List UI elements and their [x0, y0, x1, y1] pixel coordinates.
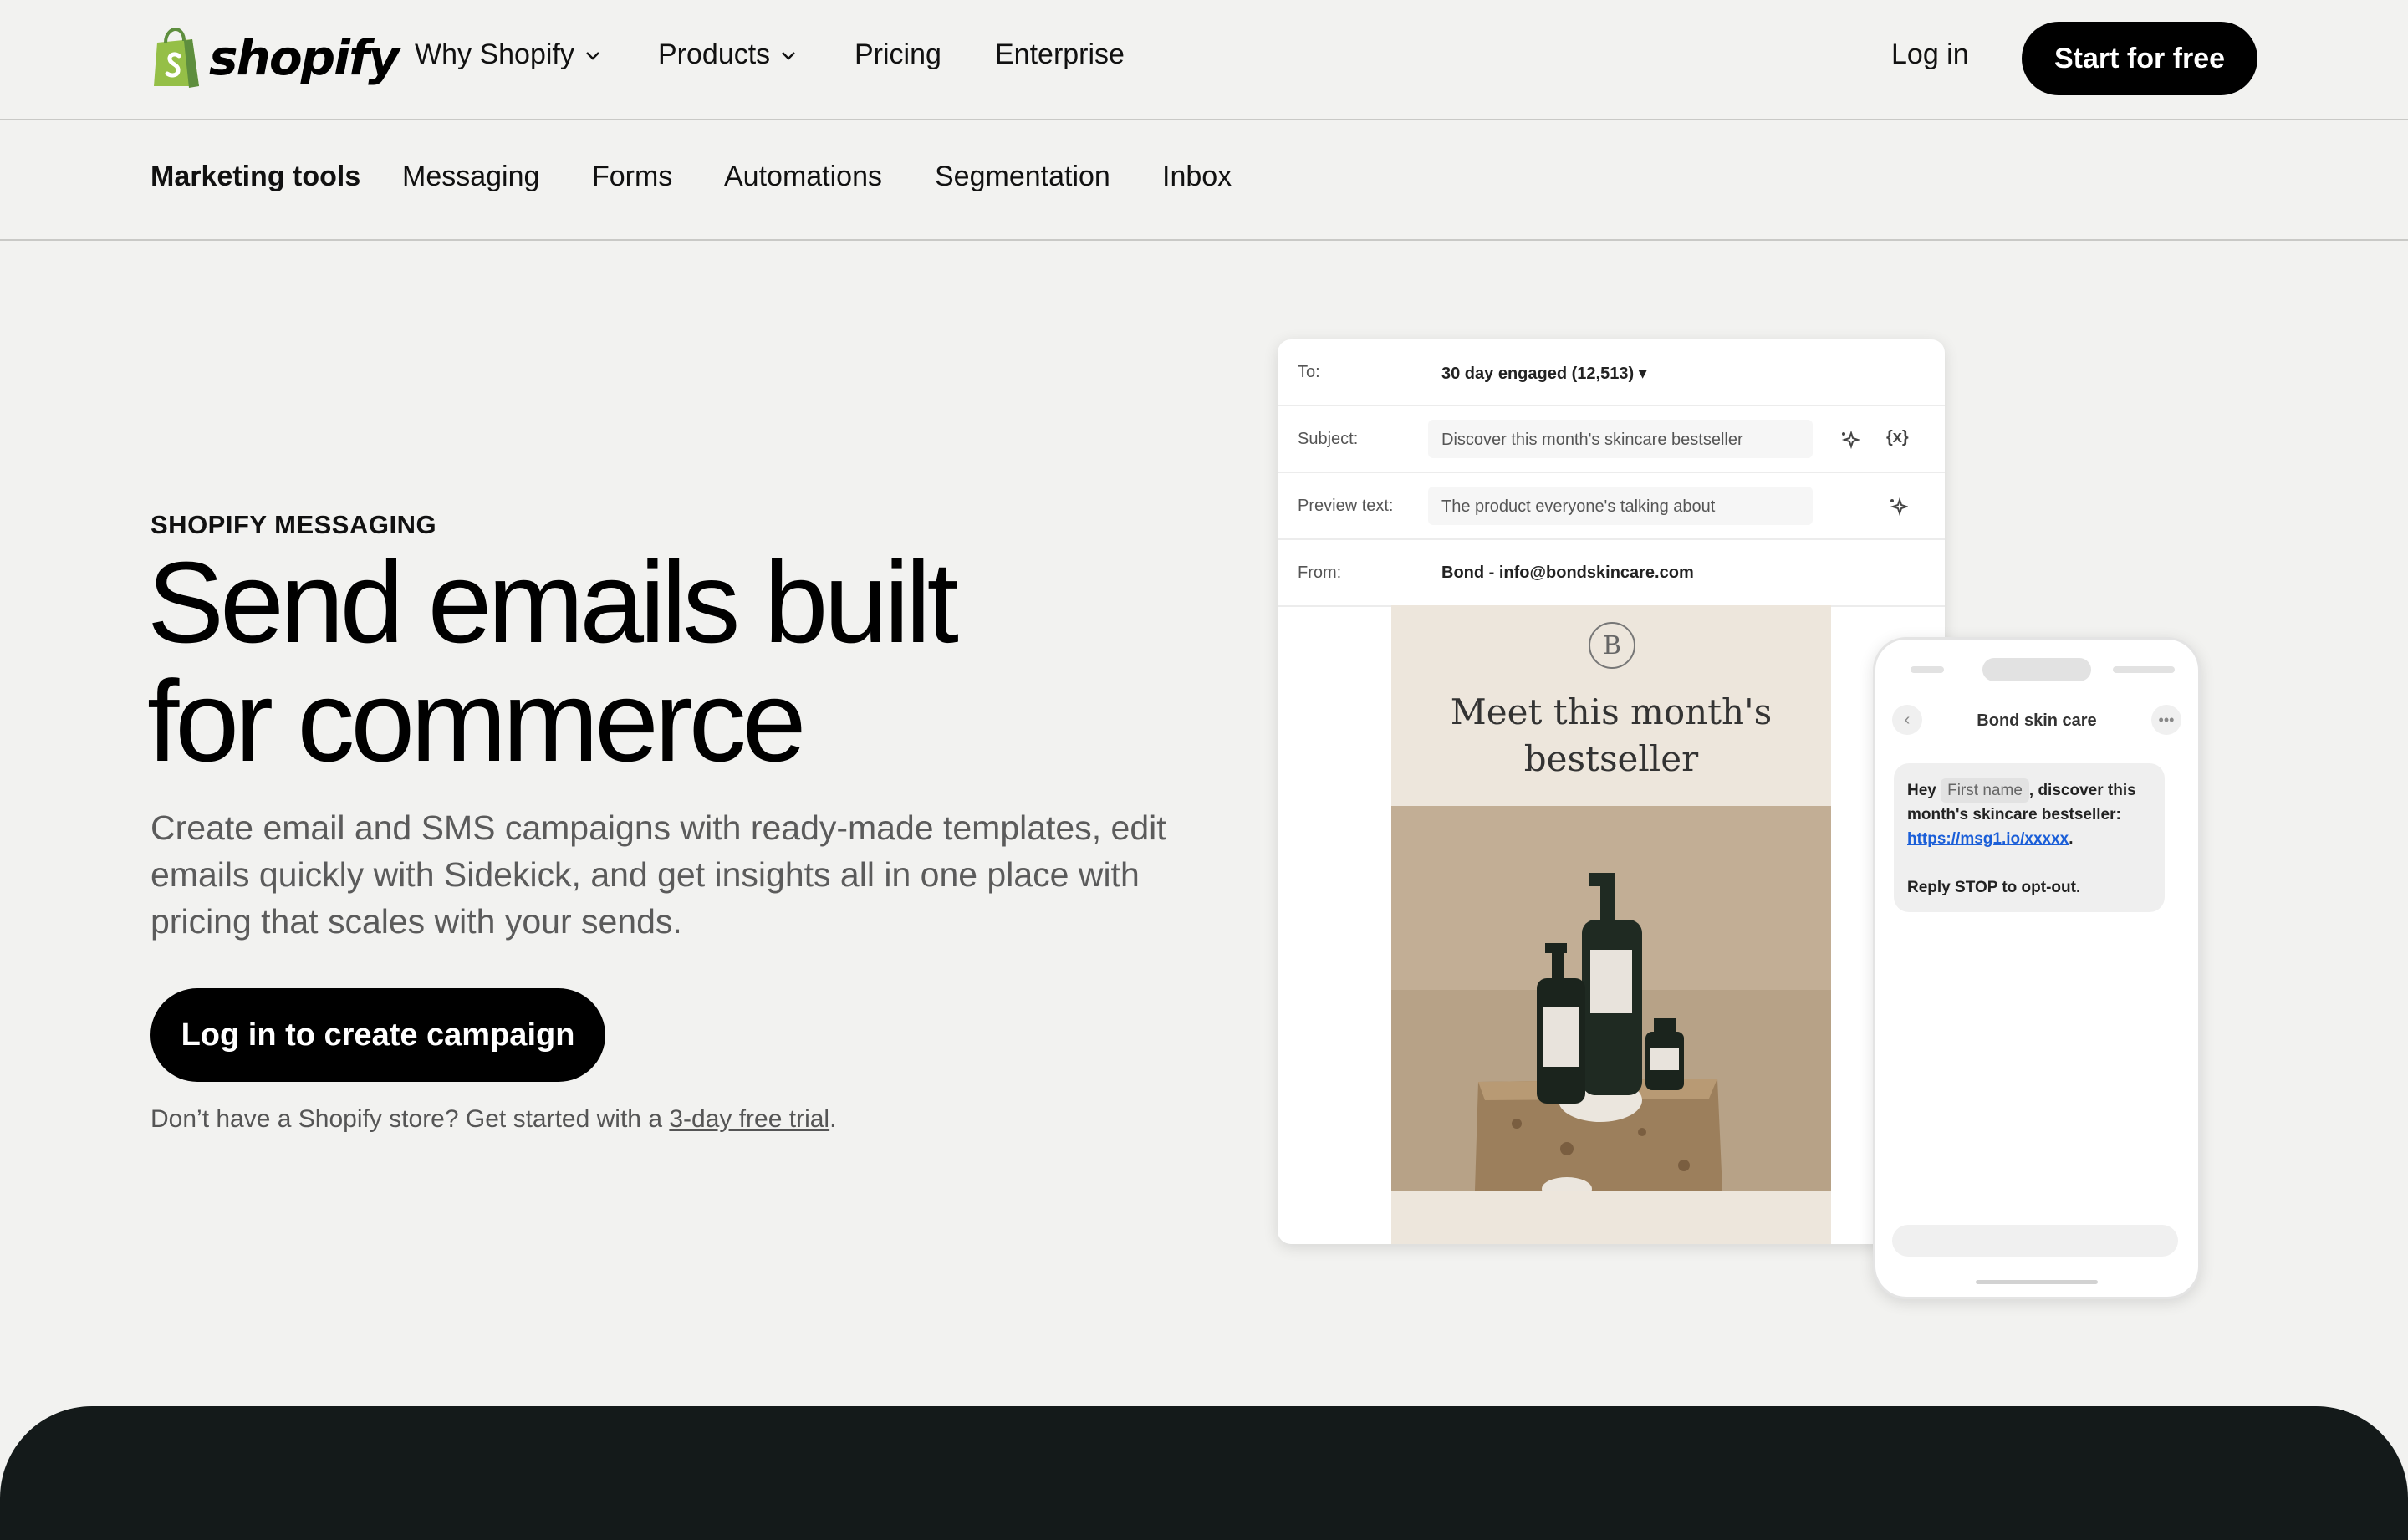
- sms-link-suffix: .: [2069, 830, 2074, 848]
- sms-sender-title: Bond skin care: [1977, 711, 2097, 730]
- hero-headline: Send emails built for commerce: [147, 543, 1150, 781]
- nav-enterprise[interactable]: Enterprise: [995, 38, 1125, 71]
- chevron-down-icon: [586, 51, 599, 60]
- from-value: Bond - info@bondskincare.com: [1441, 563, 1694, 582]
- shopify-logo[interactable]: shopify: [150, 27, 400, 89]
- phone-notch: [1982, 658, 2091, 681]
- sms-message-bubble: Hey First name, discover this month's sk…: [1894, 763, 2165, 912]
- subnav-automations[interactable]: Automations: [724, 161, 882, 193]
- more-options-icon[interactable]: •••: [2151, 705, 2181, 735]
- trial-note: Don’t have a Shopify store? Get started …: [150, 1105, 836, 1134]
- headline-line-2: for commerce: [147, 657, 806, 786]
- nav-products[interactable]: Products: [658, 38, 797, 71]
- headline-line-1: Send emails built: [147, 538, 959, 667]
- trial-note-prefix: Don’t have a Shopify store? Get started …: [150, 1105, 670, 1133]
- preview-title-line-1: Meet this month's: [1450, 691, 1773, 732]
- login-link[interactable]: Log in: [1891, 38, 1969, 71]
- sms-opt-out: Reply STOP to opt-out.: [1907, 879, 2081, 896]
- shopify-bag-icon: [154, 28, 199, 88]
- sparkle-icon[interactable]: [1888, 497, 1908, 517]
- trial-note-suffix: .: [829, 1105, 837, 1133]
- brand-monogram: B: [1589, 622, 1635, 669]
- hero-subcopy: Create email and SMS campaigns with read…: [150, 808, 1166, 941]
- email-from-row: From: Bond - info@bondskincare.com: [1278, 540, 1945, 607]
- subnav-inbox[interactable]: Inbox: [1162, 161, 1232, 193]
- nav-pricing[interactable]: Pricing: [855, 38, 941, 71]
- first-name-variable-chip: First name: [1941, 778, 2029, 803]
- sms-message-text: Hey First name, discover this month's sk…: [1907, 778, 2158, 900]
- product-photo: [1391, 806, 1831, 1191]
- subnav-marketing-tools[interactable]: Marketing tools: [150, 161, 360, 193]
- chevron-down-icon: [782, 51, 796, 60]
- home-indicator: [1976, 1280, 2098, 1284]
- preview-text-value: The product everyone's talking about: [1441, 497, 1716, 516]
- sparkle-icon[interactable]: [1839, 430, 1860, 450]
- subject-value: Discover this month's skincare bestselle…: [1441, 431, 1743, 449]
- preview-title-line-2: bestseller: [1523, 738, 1699, 779]
- nav-enterprise-label: Enterprise: [995, 38, 1125, 70]
- top-nav: shopify Why Shopify Products Pricing Ent…: [0, 0, 2408, 120]
- dark-section-band: [0, 1406, 2408, 1540]
- sms-greeting: Hey: [1907, 782, 1941, 799]
- sms-input-bar[interactable]: [1892, 1225, 2178, 1257]
- sms-short-link[interactable]: https://msg1.io/xxxxx: [1907, 830, 2069, 848]
- nav-pricing-label: Pricing: [855, 38, 941, 70]
- nav-products-label: Products: [658, 38, 771, 70]
- subnav-segmentation[interactable]: Segmentation: [935, 161, 1110, 193]
- brand-wordmark: shopify: [209, 29, 400, 86]
- nav-why-shopify-label: Why Shopify: [415, 38, 574, 70]
- preview-text-input[interactable]: The product everyone's talking about: [1428, 487, 1813, 525]
- login-create-campaign-button[interactable]: Log in to create campaign: [150, 988, 605, 1082]
- email-subject-row: Subject: Discover this month's skincare …: [1278, 406, 1945, 473]
- start-for-free-button[interactable]: Start for free: [2022, 22, 2258, 95]
- subnav-forms[interactable]: Forms: [592, 161, 672, 193]
- audience-select[interactable]: 30 day engaged (12,513) ▾: [1441, 363, 1647, 384]
- subnav-messaging[interactable]: Messaging: [402, 161, 539, 193]
- email-composer-card: To: 30 day engaged (12,513) ▾ Subject: D…: [1278, 339, 1945, 1244]
- status-bar-signal: [2113, 666, 2175, 673]
- hero-eyebrow: SHOPIFY MESSAGING: [150, 510, 437, 539]
- from-label: From:: [1298, 563, 1342, 582]
- nav-why-shopify[interactable]: Why Shopify: [415, 38, 601, 71]
- email-preview-text-row: Preview text: The product everyone's tal…: [1278, 473, 1945, 540]
- sub-nav: Marketing tools Messaging Forms Automati…: [0, 120, 2408, 241]
- free-trial-link[interactable]: 3-day free trial: [669, 1105, 829, 1133]
- phone-sms-preview: ‹ Bond skin care ••• Hey First name, dis…: [1873, 637, 2201, 1299]
- email-to-row: To: 30 day engaged (12,513) ▾: [1278, 339, 1945, 406]
- subject-label: Subject:: [1298, 430, 1359, 448]
- status-bar-time: [1911, 666, 1944, 673]
- to-label: To:: [1298, 363, 1320, 381]
- subject-input[interactable]: Discover this month's skincare bestselle…: [1428, 420, 1813, 458]
- variable-icon[interactable]: {x}: [1886, 428, 1909, 447]
- preview-text-label: Preview text:: [1298, 497, 1394, 515]
- email-preview-title: Meet this month's bestseller: [1391, 689, 1831, 783]
- email-body-preview: B Meet this month's bestseller: [1391, 605, 1831, 1244]
